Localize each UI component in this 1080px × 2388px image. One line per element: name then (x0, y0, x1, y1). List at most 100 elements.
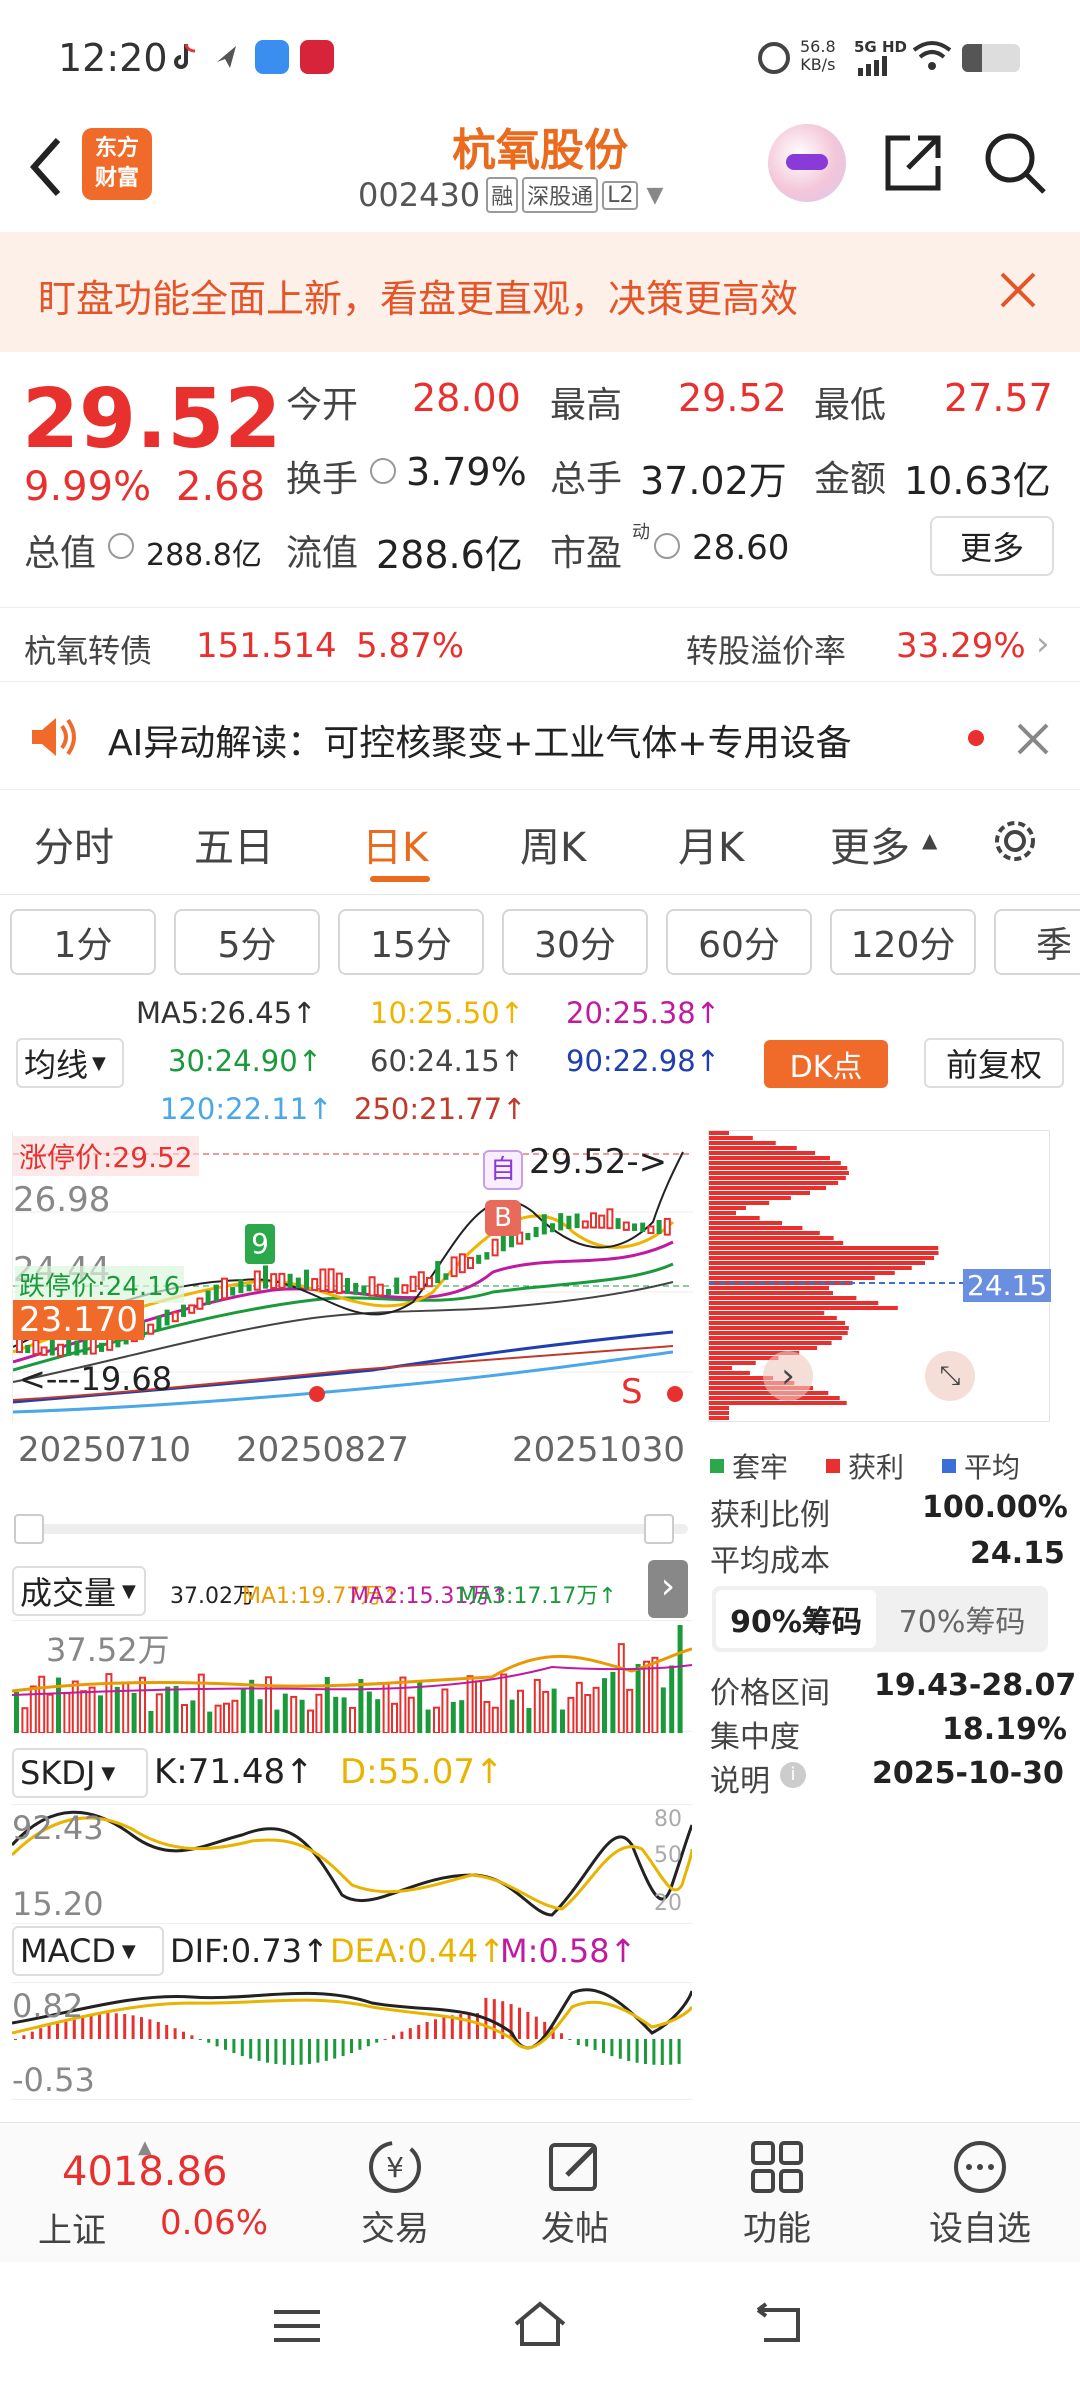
adjust-button[interactable]: 前复权 (924, 1038, 1064, 1088)
chevron-right-icon[interactable]: › (1036, 624, 1050, 664)
macd-select[interactable]: MACD ▼ (12, 1926, 164, 1976)
chevron-right-icon[interactable]: › (648, 1560, 688, 1618)
chip-bar (709, 1196, 791, 1200)
volume-bar (307, 1709, 314, 1735)
index-ticker[interactable]: ▲ 4018.86 上证 0.06% (20, 2137, 310, 2251)
chip-bar (709, 1341, 832, 1345)
candle (74, 1340, 80, 1356)
chip-distribution[interactable]: 24.15 › ⤡ (708, 1130, 1052, 1422)
volume-bar (148, 1710, 154, 1733)
skdj-select[interactable]: SKDJ ▼ (12, 1748, 148, 1798)
volume-bar (88, 1686, 96, 1734)
dk-button[interactable]: DK点 (764, 1040, 888, 1088)
candle (647, 1225, 655, 1235)
range-handle-left[interactable] (14, 1514, 44, 1544)
candle (238, 1279, 244, 1294)
range-handle-right[interactable] (644, 1514, 674, 1544)
macd-bar (660, 2039, 664, 2065)
search-icon[interactable] (982, 130, 1048, 196)
skdj-chart[interactable]: 92.43 15.20 80 50 20 (10, 1804, 694, 1924)
expand-icon[interactable]: ⤡ (925, 1351, 975, 1401)
close-icon[interactable] (1016, 722, 1050, 756)
ma-select[interactable]: 均线 ▼ (16, 1038, 124, 1088)
period-tabs: 分时 五日 日K 周K 月K 更多 ▲ (0, 790, 1080, 895)
macd-bar (98, 2013, 101, 2039)
function-label: 功能 (743, 2209, 811, 2249)
volume-bar (155, 1693, 163, 1734)
volume-select[interactable]: 成交量 ▼ (12, 1566, 146, 1616)
chip-bar (709, 1216, 760, 1220)
chevron-down-icon: ▼ (122, 1580, 136, 1602)
kline-chart[interactable]: 涨停价:29.52 26.98 24.44 跌停价:24.16 23.170 <… (12, 1132, 693, 1422)
tab-monthly-k[interactable]: 月K (678, 815, 744, 873)
more-button[interactable]: 更多 (930, 516, 1054, 576)
volume-bar (643, 1660, 650, 1734)
sell-signal: S (621, 1372, 643, 1412)
caret-up-icon: ▲ (922, 828, 938, 852)
chip-bar (709, 1306, 898, 1310)
last-price: 29.52 (22, 372, 282, 467)
range-scrollbar[interactable] (16, 1524, 688, 1534)
feature-banner[interactable]: 盯盘功能全面上新，看盘更直观，决策更高效 (0, 232, 1080, 352)
chevron-right-icon[interactable]: › (763, 1351, 813, 1401)
chevron-down-icon[interactable]: ▼ (646, 183, 663, 208)
macd-chart[interactable]: 0.82 -0.53 (11, 1982, 694, 2100)
info-icon[interactable]: i (780, 1762, 806, 1788)
volume-bar (610, 1671, 616, 1733)
info-icon[interactable] (108, 533, 134, 559)
volume-bar (349, 1706, 356, 1734)
macd-bar (341, 2039, 345, 2056)
tab-1min[interactable]: 1分 (10, 909, 156, 975)
macd-bar (602, 2039, 605, 2054)
chip-bar (709, 1256, 935, 1260)
volume-bar (491, 1706, 499, 1735)
tab-60min[interactable]: 60分 (666, 909, 812, 975)
chip-bar (709, 1191, 811, 1195)
menu-icon[interactable] (270, 2306, 324, 2346)
info-icon[interactable] (370, 458, 396, 484)
macd-bar (635, 2039, 639, 2063)
tab-chip90[interactable]: 90%筹码 (716, 1590, 876, 1648)
chip-bar (709, 1311, 825, 1315)
tab-15min[interactable]: 15分 (338, 909, 484, 975)
tab-more[interactable]: 更多 (830, 815, 910, 873)
function-button[interactable]: 功能 (712, 2133, 842, 2253)
skdj-k: K:71.48↑ (154, 1752, 314, 1792)
volume-bar (475, 1680, 482, 1734)
trade-button[interactable]: ¥ 交易 (330, 2133, 460, 2253)
home-icon[interactable] (510, 2298, 570, 2348)
volume-bar (542, 1690, 550, 1735)
share-icon[interactable] (880, 130, 946, 196)
info-icon[interactable] (654, 533, 680, 559)
tab-weekly-k[interactable]: 周K (520, 815, 586, 873)
candle (476, 1254, 482, 1264)
tab-120min[interactable]: 120分 (830, 909, 976, 975)
tab-5min[interactable]: 5分 (174, 909, 320, 975)
settings-icon[interactable] (988, 814, 1042, 868)
macd-bar (383, 2038, 387, 2040)
post-button[interactable]: 发帖 (510, 2133, 640, 2253)
grid-icon (751, 2141, 803, 2193)
chart-area: 涨停价:29.52 26.98 24.44 跌停价:24.16 23.170 <… (0, 1130, 1080, 2110)
assistant-avatar[interactable] (768, 124, 846, 202)
convertible-bond-row[interactable]: 杭氧转债 151.514 5.87% 转股溢价率 33.29% › (0, 607, 1080, 682)
volume-chart[interactable]: 37.52万 (11, 1620, 693, 1735)
candle (606, 1208, 614, 1230)
tab-wuri[interactable]: 五日 (194, 815, 274, 873)
macd-bar (408, 2028, 412, 2039)
tab-season[interactable]: 季 (994, 909, 1080, 975)
volume-bar (417, 1680, 423, 1733)
chip-bar (709, 1416, 729, 1420)
watchlist-button[interactable]: 设自选 (910, 2133, 1050, 2253)
close-icon[interactable] (996, 268, 1040, 312)
minute-tabs: 1分 5分 15分 30分 60分 120分 季 (0, 897, 1080, 987)
index-pct: 0.06% (160, 2203, 269, 2243)
tab-fenshi[interactable]: 分时 (34, 815, 114, 873)
macd-bar (627, 2039, 631, 2061)
app-icon (255, 40, 289, 74)
tab-30min[interactable]: 30分 (502, 909, 648, 975)
tab-chip70[interactable]: 70%筹码 (882, 1590, 1042, 1648)
ai-insight-row[interactable]: AI异动解读：可控核聚变+工业气体+专用设备 (0, 682, 1080, 790)
tab-daily-k[interactable]: 日K (362, 815, 428, 873)
back-nav-icon[interactable] (752, 2302, 806, 2346)
